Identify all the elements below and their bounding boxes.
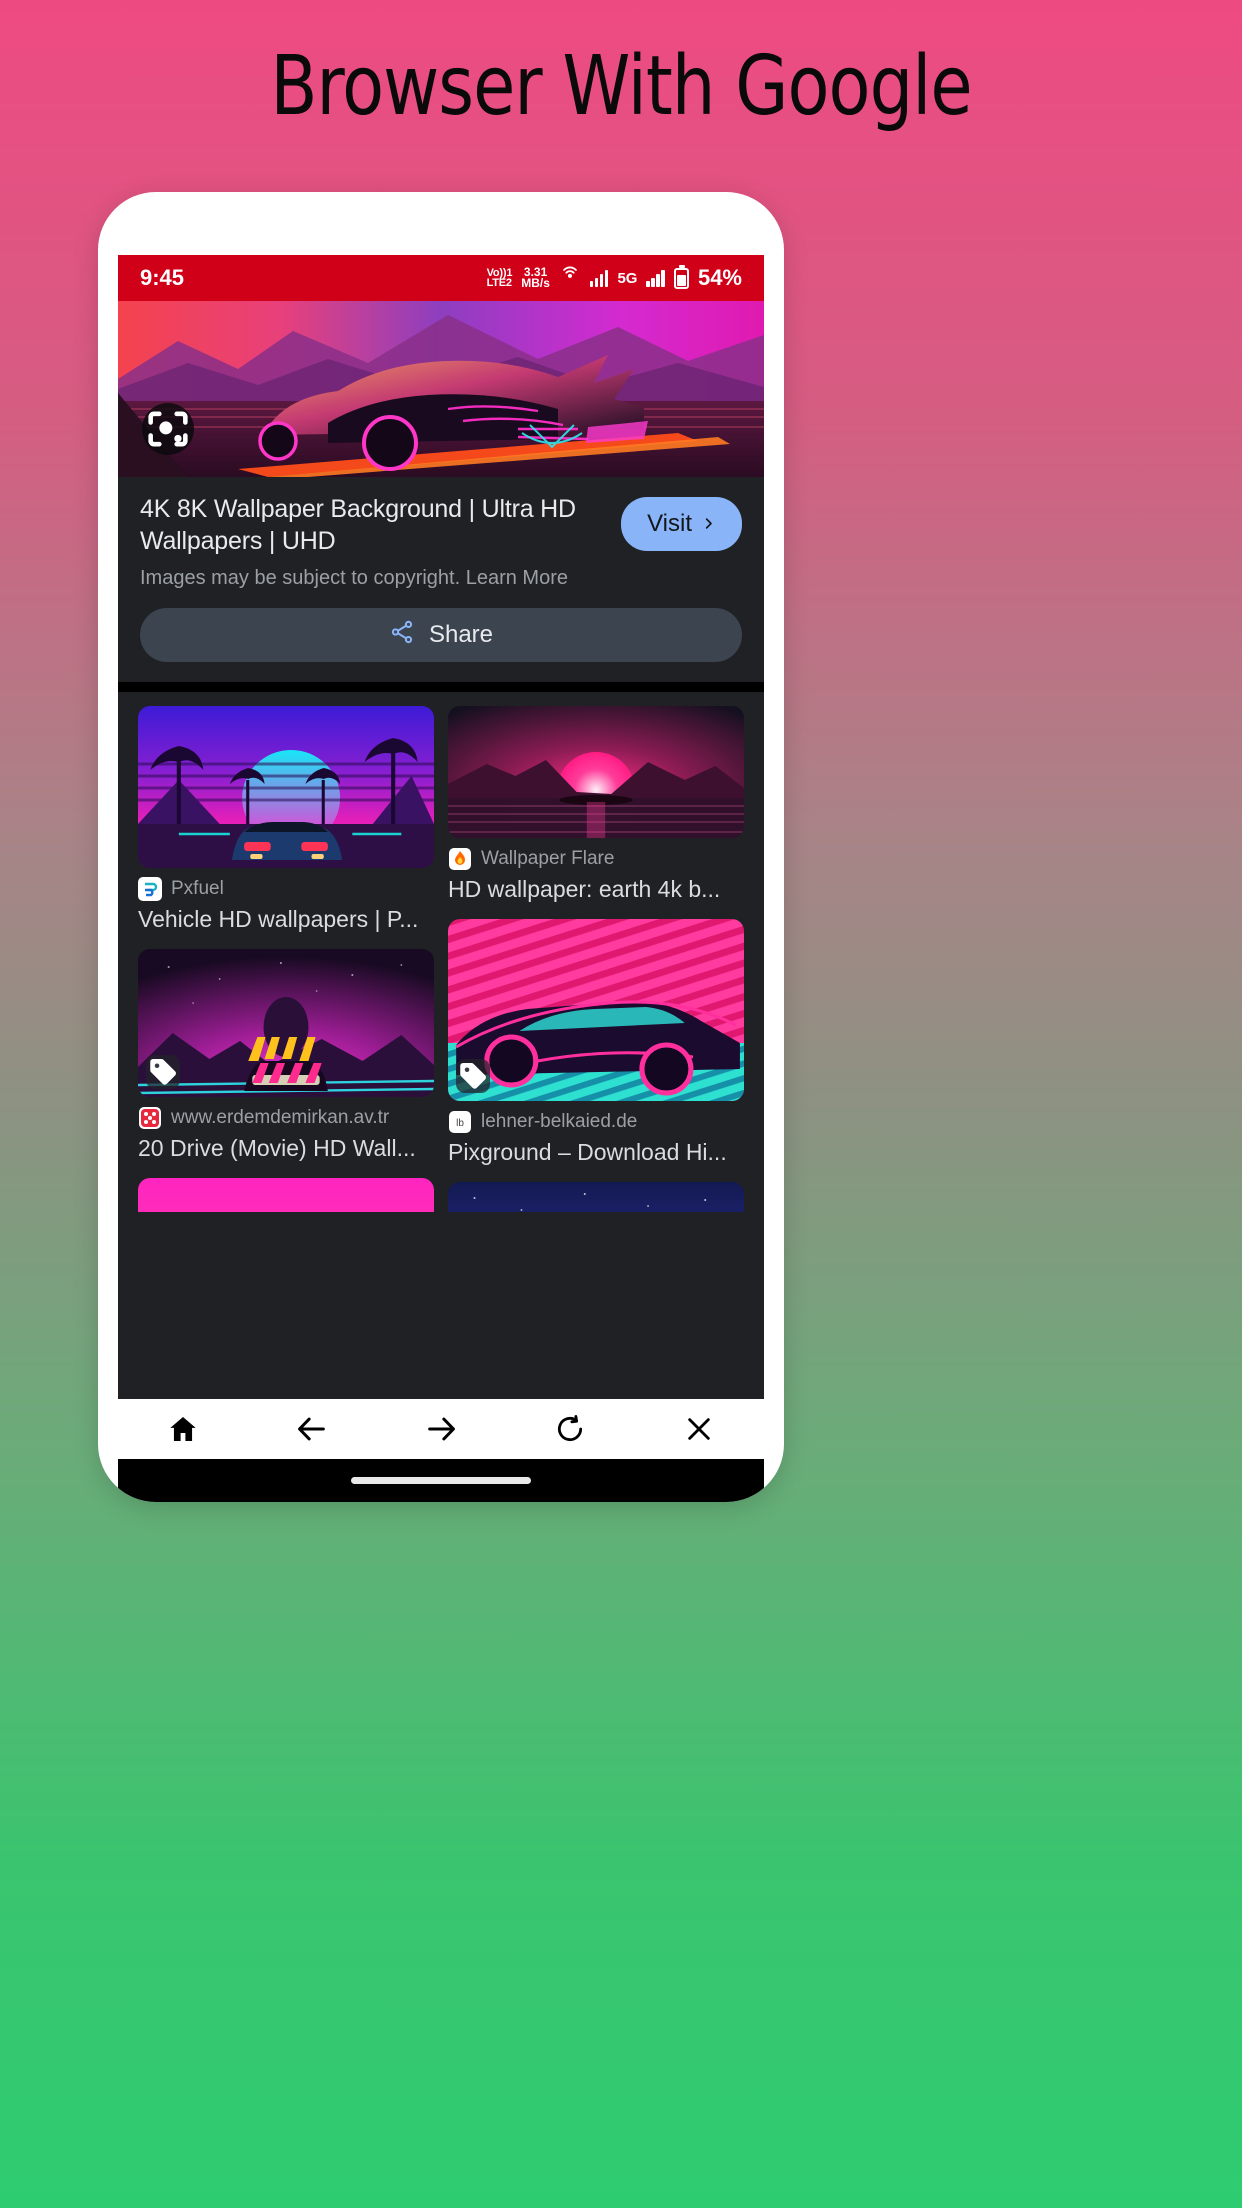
visit-label: Visit [647,510,692,537]
image-caption: Vehicle HD wallpapers | P... [138,906,419,932]
home-icon[interactable] [160,1406,206,1452]
section-divider [118,682,764,692]
result-title: 4K 8K Wallpaper Background | Ultra HD Wa… [140,495,576,555]
product-tag-icon [456,1059,490,1093]
lehner-favicon: lb [448,1110,472,1134]
grid-item[interactable]: Pxfuel Vehicle HD wallpapers | P... [138,706,434,933]
grid-item[interactable]: www.erdemdemirkan.av.tr 20 Drive (Movie)… [138,949,434,1162]
thumb-artwork [138,1178,434,1212]
network-type-label: 5G [617,269,638,287]
thumbnail[interactable] [138,949,434,1097]
browser-bottom-nav [118,1399,764,1459]
pxfuel-favicon [138,877,162,901]
forward-arrow-icon[interactable] [418,1406,464,1452]
source-name: www.erdemdemirkan.av.tr [171,1107,390,1128]
svg-text:lb: lb [456,1118,464,1129]
hero-artwork [118,301,764,477]
google-lens-icon[interactable] [142,403,194,455]
close-icon[interactable] [676,1406,722,1452]
hotspot-icon [559,264,581,292]
image-results-grid: Pxfuel Vehicle HD wallpapers | P... www.… [118,692,764,1212]
back-arrow-icon[interactable] [289,1406,335,1452]
thumbnail[interactable] [448,706,744,838]
source-name: Wallpaper Flare [481,848,615,869]
source-name: Pxfuel [171,878,224,899]
copyright-notice[interactable]: Images may be subject to copyright. Lear… [140,567,742,590]
battery-percent: 54% [697,265,742,290]
phone-mockup: 9:45 Vo))1 LTE2 3.31 MB/s 5G 54% 4K 8K W… [98,192,784,1502]
status-bar: 9:45 Vo))1 LTE2 3.31 MB/s 5G 54% [118,255,764,301]
signal-bars-icon [589,269,609,287]
network-speed: 3.31 MB/s [521,265,550,290]
status-time: 9:45 [140,265,185,290]
thumb-artwork [138,706,434,868]
battery-icon [673,264,689,289]
thumb-artwork [448,706,744,838]
thumbnail[interactable] [448,1182,744,1212]
thumbnail[interactable] [138,1178,434,1212]
thumb-artwork [138,949,434,1097]
phone-screen: 9:45 Vo))1 LTE2 3.31 MB/s 5G 54% 4K 8K W… [118,255,764,1418]
image-caption: 20 Drive (Movie) HD Wall... [138,1135,416,1161]
chevron-right-icon [701,510,716,538]
volte-indicator: Vo))1 LTE2 [486,267,513,289]
wallpaperflare-favicon [448,847,472,871]
signal-bars-icon-2 [646,269,665,287]
grid-item[interactable]: superig.com.br Cool 4k Wallpapers Top 2.… [448,1182,744,1212]
thumb-artwork [448,1182,744,1212]
image-caption: HD wallpaper: earth 4k b... [448,876,721,902]
thumbnail[interactable] [448,919,744,1101]
grid-column-right: Wallpaper Flare HD wallpaper: earth 4k b… [448,706,744,1212]
image-caption: Pixground – Download Hi... [448,1139,727,1165]
grid-column-left: Pxfuel Vehicle HD wallpapers | P... www.… [138,706,434,1212]
share-label: Share [428,621,494,648]
reload-icon[interactable] [547,1406,593,1452]
page-title: Browser With Google [270,39,972,134]
source-name: lehner-belkaied.de [481,1111,638,1132]
gesture-bar-area [118,1459,764,1502]
visit-button[interactable]: Visit [621,497,742,551]
result-card: 4K 8K Wallpaper Background | Ultra HD Wa… [118,477,764,682]
thumbnail[interactable] [138,706,434,868]
grid-item[interactable]: lb lehner-belkaied.de Pixground – Downlo… [448,919,744,1166]
product-tag-icon [146,1055,180,1089]
thumb-artwork [448,919,744,1101]
share-icon [389,619,415,652]
erdemdemirkan-favicon [138,1106,162,1130]
grid-item[interactable]: prode.clubtalleres.com.ar Cool 4k Wallpa… [138,1178,434,1212]
grid-item[interactable]: Wallpaper Flare HD wallpaper: earth 4k b… [448,706,744,903]
hero-image[interactable] [118,301,764,477]
gesture-bar[interactable] [351,1477,531,1484]
share-button[interactable]: Share [140,608,742,662]
